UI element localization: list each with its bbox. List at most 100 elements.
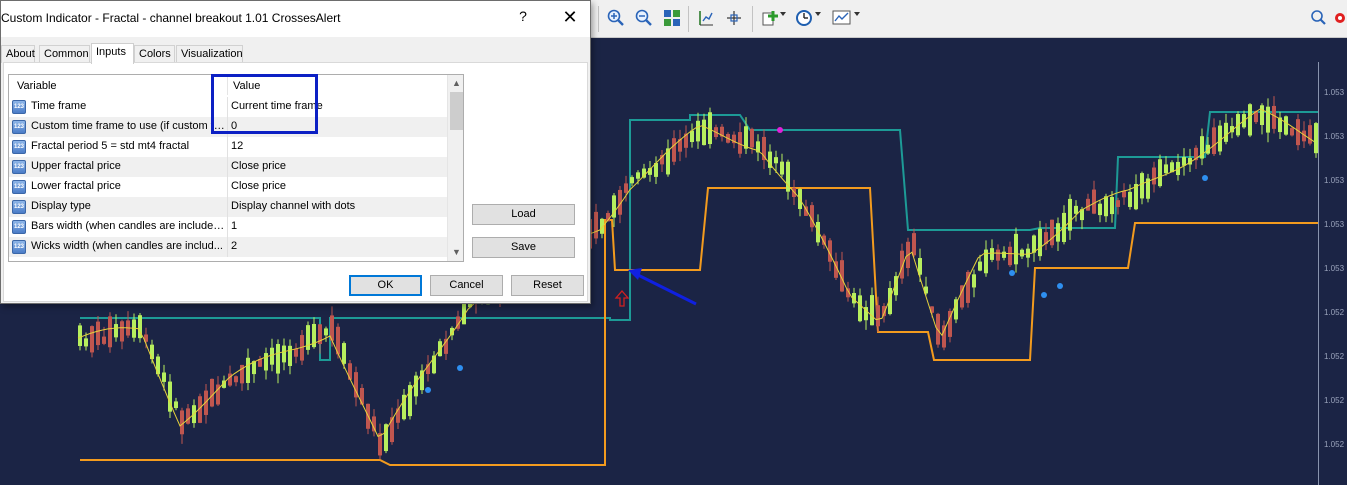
candle-body: [954, 299, 958, 320]
price-label: 1.052: [1324, 440, 1345, 449]
chevron-down-icon[interactable]: [854, 12, 860, 16]
candle-body: [1092, 189, 1096, 214]
candle-body: [228, 373, 232, 386]
variable-value[interactable]: 2: [231, 240, 443, 252]
integer-type-icon: 123: [12, 240, 26, 254]
ok-button[interactable]: OK: [349, 275, 422, 296]
candle-body: [1038, 228, 1042, 257]
candle-body: [1002, 251, 1006, 258]
table-row[interactable]: 123 Display type Display channel with do…: [9, 197, 447, 217]
crosshair-chart-icon[interactable]: [722, 7, 746, 29]
candle-body: [90, 326, 94, 353]
price-label: 1.052: [1324, 396, 1345, 405]
candle-body: [1266, 106, 1270, 133]
buy-arrow-icon: [614, 290, 630, 307]
tab-inputs[interactable]: Inputs: [91, 43, 134, 64]
variable-name: Fractal period 5 = std mt4 fractal: [31, 140, 190, 152]
candle-body: [780, 161, 784, 175]
candle-body: [912, 233, 916, 256]
variable-value[interactable]: 12: [231, 140, 443, 152]
candle-body: [978, 261, 982, 271]
close-button[interactable]: ✕: [559, 7, 581, 29]
candle-body: [996, 249, 1000, 261]
scroll-up-icon[interactable]: ▲: [448, 75, 463, 92]
variable-value[interactable]: Close price: [231, 180, 443, 192]
chevron-down-icon[interactable]: [815, 12, 821, 16]
table-row[interactable]: 123 Bars width (when candles are include…: [9, 217, 447, 237]
candle-body: [594, 211, 598, 239]
tab-about[interactable]: About: [1, 45, 35, 63]
annotation-arrow: [635, 272, 697, 306]
candle-body: [186, 408, 190, 424]
candle-body: [1218, 125, 1222, 152]
cell-divider: [227, 177, 228, 197]
candle-body: [390, 417, 394, 443]
cancel-button[interactable]: Cancel: [430, 275, 503, 296]
table-row[interactable]: 123 Wicks width (when candles are includ…: [9, 237, 447, 257]
table-row[interactable]: 123 Lower fractal price Close price: [9, 177, 447, 197]
scroll-down-icon[interactable]: ▼: [448, 244, 463, 261]
scrollbar-thumb[interactable]: [450, 92, 463, 130]
candle-body: [1290, 128, 1294, 136]
candle-body: [972, 274, 976, 288]
candle-body: [630, 177, 634, 184]
integer-type-icon: 123: [12, 100, 26, 114]
clock-periodicity-icon[interactable]: [792, 7, 816, 29]
zoom-in-icon[interactable]: [604, 7, 628, 29]
price-label: 1.052: [1324, 308, 1345, 317]
variable-value[interactable]: Close price: [231, 160, 443, 172]
fractal-dot: [425, 387, 431, 393]
integer-type-icon: 123: [12, 120, 26, 134]
cell-divider: [227, 157, 228, 177]
price-label: 1.053: [1324, 220, 1345, 229]
indicators-icon[interactable]: [758, 7, 782, 29]
candle-body: [114, 324, 118, 338]
candle-body: [1164, 164, 1168, 174]
variable-name: Upper fractal price: [31, 160, 121, 172]
candle-body: [348, 363, 352, 380]
templates-icon[interactable]: [830, 7, 854, 29]
candle-body: [1020, 249, 1024, 257]
grid-scrollbar[interactable]: ▲ ▼: [447, 75, 463, 261]
candle-body: [234, 376, 238, 383]
tab-common[interactable]: Common: [39, 45, 90, 63]
candle-body: [246, 357, 250, 383]
dialog-titlebar[interactable]: Custom Indicator - Fractal - channel bre…: [1, 1, 590, 37]
candle-body: [108, 316, 112, 348]
candle-body: [84, 338, 88, 347]
candle-body: [162, 372, 166, 382]
reset-button[interactable]: Reset: [511, 275, 584, 296]
candle-body: [120, 321, 124, 342]
toolbar-separator: [752, 6, 753, 32]
table-row[interactable]: 123 Upper fractal price Close price: [9, 157, 447, 177]
table-row[interactable]: 123 Fractal period 5 = std mt4 fractal 1…: [9, 137, 447, 157]
candle-body: [1104, 196, 1108, 217]
tab-colors[interactable]: Colors: [134, 45, 175, 63]
zoom-out-icon[interactable]: [632, 7, 656, 29]
settings-icon[interactable]: [1328, 7, 1347, 29]
candle-body: [774, 157, 778, 164]
fractal-dot: [1057, 283, 1063, 289]
candle-body: [1116, 200, 1120, 207]
period-separator-icon[interactable]: [694, 7, 718, 29]
tile-windows-icon[interactable]: [660, 7, 684, 29]
load-button[interactable]: Load: [472, 204, 575, 225]
column-header-variable[interactable]: Variable: [17, 80, 57, 92]
candle-body: [150, 344, 154, 360]
candle-body: [270, 347, 274, 365]
fractal-dot: [1009, 270, 1015, 276]
candle-body: [696, 120, 700, 142]
candle-body: [624, 183, 628, 193]
variable-name: Display type: [31, 200, 91, 212]
candle-body: [1008, 246, 1012, 266]
save-button[interactable]: Save: [472, 237, 575, 258]
candle-body: [264, 353, 268, 371]
variable-value[interactable]: 1: [231, 220, 443, 232]
candle-body: [1014, 233, 1018, 265]
help-button[interactable]: ?: [513, 8, 533, 28]
chevron-down-icon[interactable]: [780, 12, 786, 16]
price-label: 1.053: [1324, 88, 1345, 97]
tab-visualization[interactable]: Visualization: [176, 45, 243, 63]
variable-value[interactable]: Display channel with dots: [231, 200, 443, 212]
integer-type-icon: 123: [12, 180, 26, 194]
